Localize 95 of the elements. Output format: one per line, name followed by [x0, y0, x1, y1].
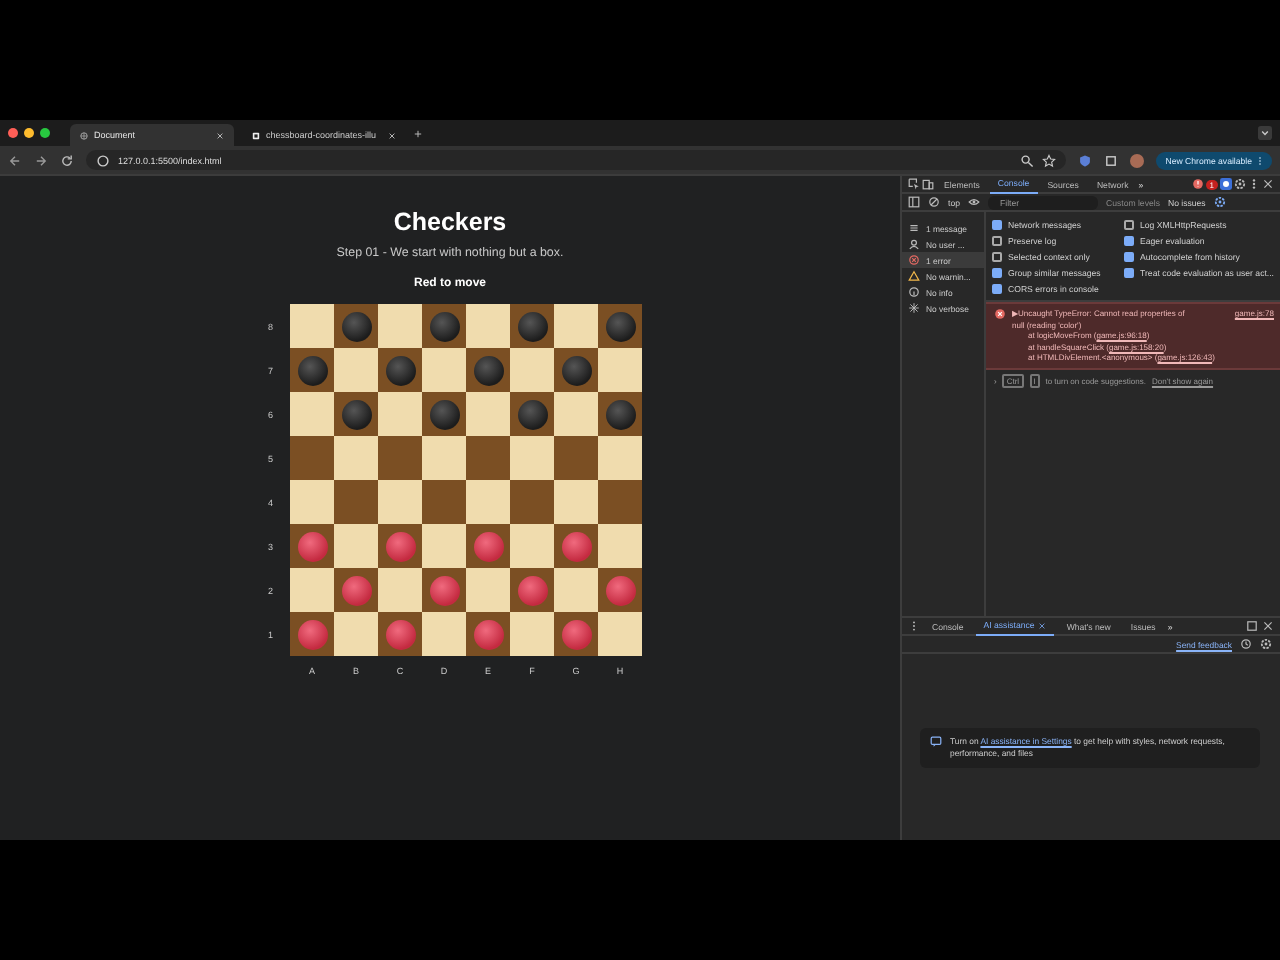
back-icon[interactable]	[8, 153, 22, 167]
board-square[interactable]	[466, 612, 510, 656]
checker-piece[interactable]	[341, 399, 371, 429]
checker-piece[interactable]	[561, 355, 591, 385]
checker-piece[interactable]	[473, 531, 503, 561]
error-icon	[908, 254, 920, 266]
checker-piece[interactable]	[429, 575, 459, 605]
checkbox[interactable]	[992, 251, 1002, 261]
board-square[interactable]	[554, 348, 598, 392]
checkbox[interactable]	[1124, 267, 1135, 277]
board-square[interactable]	[422, 392, 466, 436]
checker-piece[interactable]	[341, 575, 371, 605]
board-square[interactable]	[598, 568, 642, 612]
board-square[interactable]	[510, 304, 554, 348]
user-icon	[908, 238, 920, 250]
board-square[interactable]	[466, 524, 510, 568]
eye-icon[interactable]	[967, 196, 980, 208]
board-square[interactable]	[378, 612, 422, 656]
checkbox[interactable]	[992, 219, 1002, 229]
checkbox[interactable]	[1124, 251, 1135, 261]
inspect-icon[interactable]	[908, 178, 920, 190]
checkbox[interactable]	[992, 235, 1002, 245]
checker-piece[interactable]	[429, 399, 459, 429]
chat-icon	[930, 736, 942, 748]
checkbox[interactable]	[1124, 235, 1135, 245]
checker-piece[interactable]	[385, 619, 415, 649]
checker-piece[interactable]	[517, 399, 547, 429]
board-square[interactable]	[334, 568, 378, 612]
bug-icon	[908, 302, 920, 314]
board-square[interactable]	[334, 392, 378, 436]
list-icon	[908, 222, 920, 234]
board-square[interactable]	[334, 304, 378, 348]
board-square[interactable]	[422, 568, 466, 612]
page-title: Checkers	[393, 208, 507, 236]
checker-piece[interactable]	[517, 311, 547, 341]
checker-piece[interactable]	[297, 355, 327, 385]
error-icon	[994, 308, 1006, 320]
close-icon[interactable]	[1262, 178, 1274, 190]
checker-piece[interactable]	[297, 531, 327, 561]
checker-piece[interactable]	[473, 619, 503, 649]
board-square[interactable]	[422, 304, 466, 348]
checker-piece[interactable]	[429, 311, 459, 341]
close-window-button[interactable]	[8, 128, 18, 138]
board-square[interactable]	[290, 348, 334, 392]
board-square[interactable]	[510, 392, 554, 436]
chevron-down-icon[interactable]	[1258, 126, 1272, 140]
close-icon[interactable]	[1262, 620, 1274, 632]
checker-piece[interactable]	[297, 619, 327, 649]
assistant-icon[interactable]	[1220, 178, 1232, 190]
board-square[interactable]	[510, 568, 554, 612]
globe-icon	[80, 131, 88, 139]
avatar[interactable]	[1129, 153, 1144, 167]
clear-icon[interactable]	[928, 196, 940, 208]
settings-icon[interactable]	[1260, 638, 1272, 650]
checker-piece[interactable]	[517, 575, 547, 605]
checkbox[interactable]	[1124, 219, 1135, 229]
board-square[interactable]	[466, 348, 510, 392]
error-icon	[1191, 178, 1204, 190]
checker-piece[interactable]	[385, 531, 415, 561]
close-icon[interactable]	[388, 131, 396, 139]
board-square[interactable]	[598, 392, 642, 436]
board-square[interactable]	[598, 304, 642, 348]
checker-piece[interactable]	[561, 619, 591, 649]
info-icon	[908, 286, 920, 298]
board-square[interactable]	[378, 524, 422, 568]
zoom-icon[interactable]	[1019, 153, 1034, 167]
maximize-window-button[interactable]	[40, 128, 50, 138]
history-icon[interactable]	[1240, 638, 1252, 650]
minimize-window-button[interactable]	[24, 128, 34, 138]
star-icon[interactable]	[1041, 153, 1056, 167]
board-square[interactable]	[554, 524, 598, 568]
board-square[interactable]	[290, 612, 334, 656]
checkbox[interactable]	[992, 283, 1002, 293]
reload-icon[interactable]	[60, 153, 74, 167]
warning-icon	[908, 270, 920, 282]
plus-icon[interactable]	[414, 129, 422, 137]
forward-icon[interactable]	[34, 153, 48, 167]
sidebar-icon[interactable]	[908, 196, 920, 208]
shield-icon[interactable]	[1077, 153, 1092, 167]
checker-piece[interactable]	[605, 311, 635, 341]
more-icon[interactable]	[1248, 178, 1260, 190]
dock-icon[interactable]	[1246, 620, 1258, 632]
checker-piece[interactable]	[605, 575, 635, 605]
checkbox[interactable]	[992, 267, 1002, 277]
checker-piece[interactable]	[473, 355, 503, 385]
checker-piece[interactable]	[341, 311, 371, 341]
checker-piece[interactable]	[385, 355, 415, 385]
board-square[interactable]	[554, 612, 598, 656]
checker-piece[interactable]	[561, 531, 591, 561]
board-square[interactable]	[290, 524, 334, 568]
close-icon[interactable]	[216, 131, 224, 139]
board-square[interactable]	[378, 348, 422, 392]
close-icon[interactable]	[1038, 621, 1047, 629]
device-icon[interactable]	[922, 178, 934, 190]
checker-piece[interactable]	[605, 399, 635, 429]
